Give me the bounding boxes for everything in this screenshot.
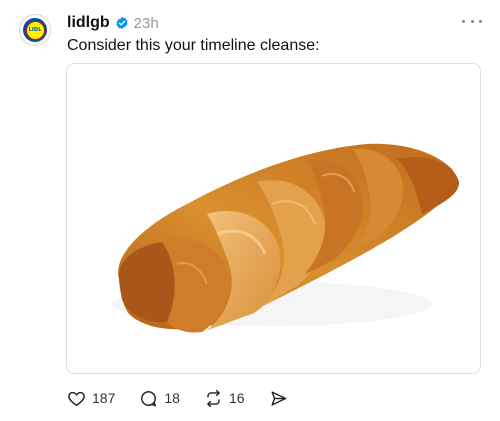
repost-button[interactable]: 16 — [204, 389, 245, 408]
timestamp: 23h — [133, 14, 159, 32]
post-card: LIDL lidlgb 23h Consider this your timel… — [0, 0, 500, 421]
like-count: 187 — [92, 390, 116, 406]
share-button[interactable] — [269, 389, 288, 408]
post-caption: Consider this your timeline cleanse: — [67, 37, 320, 54]
send-icon — [270, 390, 286, 406]
post-header: lidlgb 23h — [67, 13, 159, 33]
action-bar: 187 18 16 — [67, 387, 312, 409]
verified-badge-icon — [116, 16, 128, 30]
reply-count: 18 — [164, 390, 180, 406]
comment-icon — [141, 390, 157, 406]
heart-icon — [68, 391, 85, 406]
username[interactable]: lidlgb — [67, 14, 110, 32]
post-image[interactable] — [66, 63, 481, 374]
more-options-icon[interactable] — [462, 14, 482, 28]
like-button[interactable]: 187 — [67, 389, 115, 408]
repost-count: 16 — [228, 390, 245, 406]
avatar[interactable]: LIDL — [19, 14, 51, 46]
lidl-logo: LIDL — [23, 18, 47, 42]
lidl-logo-text: LIDL — [25, 20, 45, 40]
reply-button[interactable]: 18 — [139, 389, 180, 408]
croissant-image — [112, 143, 460, 333]
repost-icon — [207, 389, 220, 407]
